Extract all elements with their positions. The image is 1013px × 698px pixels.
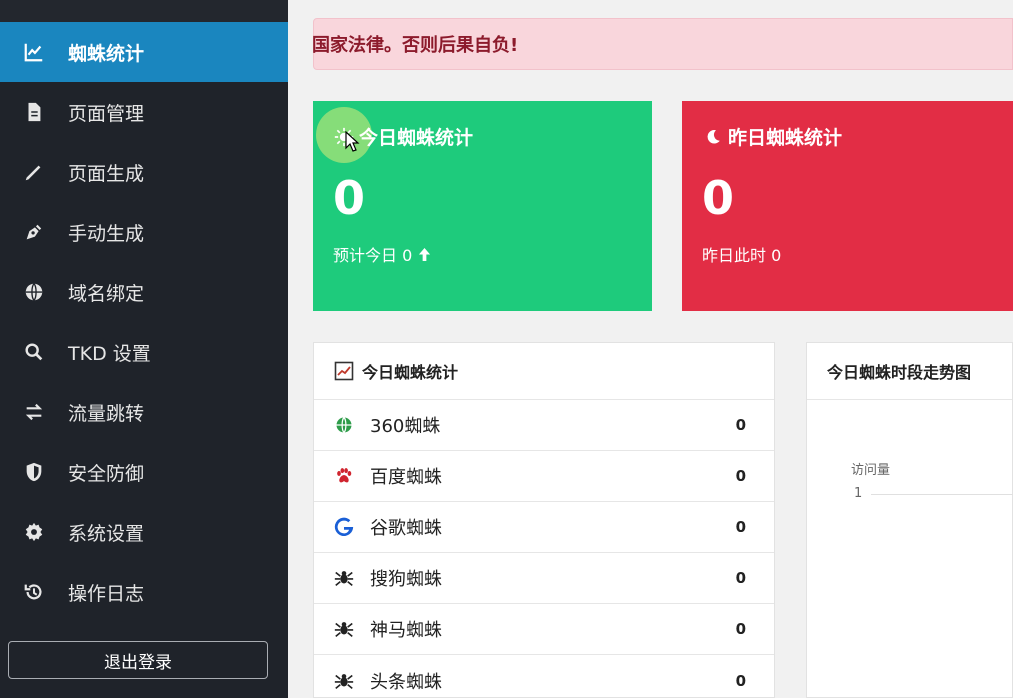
trend-panel-header: 今日蜘蛛时段走势图 [807,343,1012,400]
spider-name: 头条蜘蛛 [370,671,442,693]
spider-name: 搜狗蜘蛛 [370,569,442,590]
sidebar-item-manual-generate[interactable]: 手动生成 [0,202,288,262]
spider-stats-panel: 今日蜘蛛统计 360蜘蛛 0 百度蜘蛛 0 谷歌蜘蛛 0 搜狗蜘蛛 0 神马蜘蛛… [313,342,775,698]
chart-y-axis-label: 访问量 [851,463,891,478]
chart-y-tick: 1 [854,486,863,501]
chart-gridline [871,494,1013,495]
list-item: 360蜘蛛 0 [314,400,774,451]
arrow-up-icon [418,247,431,262]
pencil-icon [22,160,46,184]
list-item: 百度蜘蛛 0 [314,451,774,502]
sidebar-top-strip [0,0,288,22]
list-item: 头条蜘蛛 0 [314,655,774,698]
spider-icon [332,566,356,590]
app-root: 蜘蛛统计 页面管理 页面生成 手动生成 域名绑定 TKD 设置 流量跳转 安全防… [0,0,1013,698]
today-stats-card: 今日蜘蛛统计 0 预计今日 0 [313,101,652,311]
sidebar-item-label: TKD 设置 [68,342,151,365]
globe-icon [22,280,46,304]
today-count: 0 [333,171,366,225]
moon-icon [702,126,724,148]
shield-icon [22,460,46,484]
spider-count: 0 [735,671,746,690]
chart-line-icon [22,40,46,64]
sidebar-item-traffic-redirect[interactable]: 流量跳转 [0,382,288,442]
trend-chart-panel: 今日蜘蛛时段走势图 访问量 1 [806,342,1013,698]
checkbox-chart-icon [334,361,354,381]
yesterday-same-time: 昨日此时 0 [702,246,782,265]
spider-name: 百度蜘蛛 [370,467,442,488]
sidebar-item-label: 域名绑定 [68,282,145,305]
today-projection-text: 预计今日 0 [333,246,413,265]
spider-name: 谷歌蜘蛛 [370,518,442,539]
sidebar-item-operation-log[interactable]: 操作日志 [0,562,288,622]
mouse-cursor-icon [345,131,360,152]
spider-panel-header: 今日蜘蛛统计 [314,343,774,400]
sidebar-item-label: 流量跳转 [68,402,145,425]
trend-panel-title: 今日蜘蛛时段走势图 [827,363,972,382]
sidebar-item-label: 操作日志 [68,582,145,605]
yesterday-stats-card: 昨日蜘蛛统计 0 昨日此时 0 [682,101,1013,311]
alert-text: 国家法律。否则后果自负! [312,35,519,56]
pen-nib-icon [22,220,46,244]
sidebar-item-domain-binding[interactable]: 域名绑定 [0,262,288,322]
google-icon [332,515,356,539]
gear-icon [22,520,46,544]
spider-icon [332,669,356,693]
main-content: 国家法律。否则后果自负! 今日蜘蛛统计 0 预计今日 0 昨日蜘蛛统计 0 昨日… [288,0,1013,698]
yesterday-card-title-text: 昨日蜘蛛统计 [728,127,843,149]
spider-count: 0 [735,620,746,638]
sidebar-item-label: 系统设置 [68,522,145,545]
today-projection: 预计今日 0 [333,242,431,266]
sidebar-item-page-management[interactable]: 页面管理 [0,82,288,142]
spider-name: 360蜘蛛 [370,416,441,437]
sidebar-item-label: 安全防御 [68,462,145,485]
spider-name: 神马蜘蛛 [370,620,442,641]
list-item: 谷歌蜘蛛 0 [314,502,774,553]
history-icon [22,580,46,604]
sidebar-item-label: 页面管理 [68,102,145,125]
exchange-icon [22,400,46,424]
file-icon [22,100,46,124]
today-card-title-text: 今日蜘蛛统计 [359,127,474,149]
sidebar-item-system-settings[interactable]: 系统设置 [0,502,288,562]
sidebar-item-spider-stats[interactable]: 蜘蛛统计 [0,22,288,82]
sidebar-item-label: 手动生成 [68,222,145,245]
warning-alert: 国家法律。否则后果自负! [312,18,1013,70]
spider-count: 0 [735,569,746,587]
yesterday-card-title: 昨日蜘蛛统计 [702,123,842,150]
sidebar-item-page-generate[interactable]: 页面生成 [0,142,288,202]
paw-icon [332,464,356,488]
sidebar: 蜘蛛统计 页面管理 页面生成 手动生成 域名绑定 TKD 设置 流量跳转 安全防… [0,0,288,698]
sidebar-item-label: 页面生成 [68,162,145,185]
search-icon [22,340,46,364]
spider-count: 0 [735,467,746,485]
sidebar-item-label: 蜘蛛统计 [68,42,145,65]
sidebar-item-security-defense[interactable]: 安全防御 [0,442,288,502]
list-item: 搜狗蜘蛛 0 [314,553,774,604]
globe-icon [332,413,356,437]
spider-panel-title: 今日蜘蛛统计 [362,363,459,382]
spider-count: 0 [735,518,746,536]
spider-count: 0 [735,416,746,434]
list-item: 神马蜘蛛 0 [314,604,774,655]
logout-button[interactable]: 退出登录 [8,641,268,679]
yesterday-count: 0 [702,171,735,225]
sidebar-item-tkd-settings[interactable]: TKD 设置 [0,322,288,382]
spider-icon [332,617,356,641]
